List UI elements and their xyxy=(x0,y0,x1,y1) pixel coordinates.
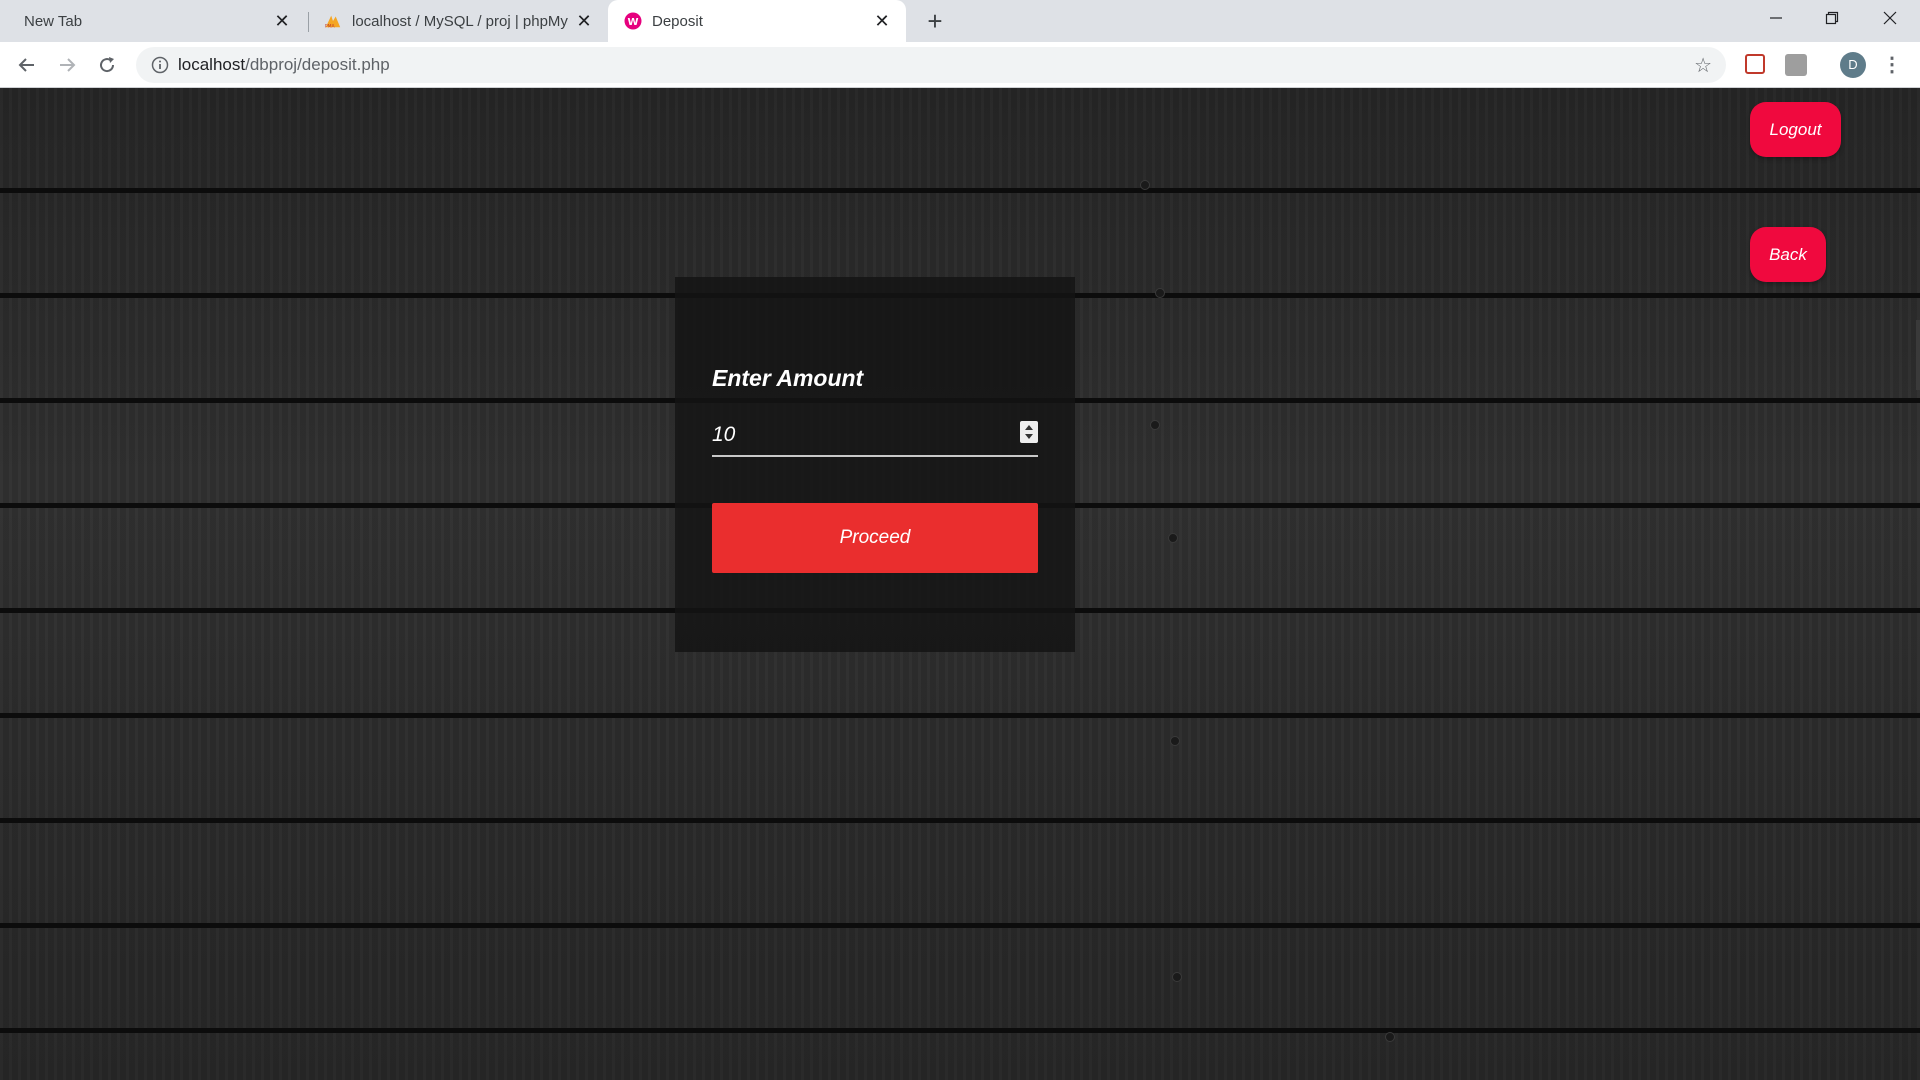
spinner-arrows-icon xyxy=(1025,425,1033,439)
wood-knot xyxy=(1385,1032,1395,1042)
tab-title: localhost / MySQL / proj | phpMy xyxy=(352,12,568,30)
minimize-button[interactable] xyxy=(1748,0,1804,36)
browser-toolbar: localhost/dbproj/deposit.php ☆ D ⋮ xyxy=(0,42,1920,88)
url-host: localhost xyxy=(178,55,246,74)
reload-button[interactable] xyxy=(92,50,122,80)
arrow-left-icon xyxy=(18,58,34,72)
close-window-button[interactable] xyxy=(1862,0,1918,36)
minimize-icon xyxy=(1770,17,1782,19)
restore-icon xyxy=(1825,11,1839,25)
arrow-right-icon xyxy=(60,58,76,72)
page-content: Logout Back Enter Amount 10 Proceed xyxy=(0,88,1920,1080)
number-spinner[interactable] xyxy=(1020,421,1038,443)
info-icon xyxy=(151,56,169,74)
address-bar[interactable]: localhost/dbproj/deposit.php ☆ xyxy=(136,47,1726,83)
close-icon[interactable]: ✕ xyxy=(272,11,292,31)
browser-chrome: New Tab ✕ PMA localhost / MySQL / proj |… xyxy=(0,0,1920,88)
back-nav-button[interactable] xyxy=(12,50,42,80)
extension-icon[interactable] xyxy=(1785,54,1807,76)
close-window-icon xyxy=(1883,11,1897,25)
svg-text:W: W xyxy=(628,17,639,28)
tab-strip: New Tab ✕ PMA localhost / MySQL / proj |… xyxy=(0,0,1920,42)
close-icon[interactable]: ✕ xyxy=(574,11,594,31)
wood-knot xyxy=(1155,288,1165,298)
wood-knot xyxy=(1170,736,1180,746)
bookmark-star-icon[interactable]: ☆ xyxy=(1694,53,1712,78)
wood-knot xyxy=(1150,420,1160,430)
deposit-form-card: Enter Amount 10 Proceed xyxy=(675,277,1075,652)
forward-nav-button[interactable] xyxy=(52,50,82,80)
logout-button[interactable]: Logout xyxy=(1750,102,1841,157)
tab-new-tab[interactable]: New Tab ✕ xyxy=(0,0,306,42)
phpmyadmin-icon: PMA xyxy=(324,12,342,30)
scrollbar[interactable] xyxy=(1916,320,1920,390)
back-button[interactable]: Back xyxy=(1750,227,1826,282)
proceed-button[interactable]: Proceed xyxy=(712,503,1038,573)
amount-value: 10 xyxy=(712,423,736,446)
tab-separator xyxy=(308,12,309,32)
wood-knot xyxy=(1168,533,1178,543)
profile-avatar[interactable]: D xyxy=(1840,52,1866,78)
amount-label: Enter Amount xyxy=(712,365,864,391)
wamp-icon: W xyxy=(624,12,642,30)
tab-title: New Tab xyxy=(24,12,83,30)
tab-title: Deposit xyxy=(652,12,703,30)
reload-icon xyxy=(100,57,115,73)
wood-knot xyxy=(1172,972,1182,982)
close-icon[interactable]: ✕ xyxy=(872,11,892,31)
restore-button[interactable] xyxy=(1804,0,1860,36)
pocket-extension-icon[interactable] xyxy=(1745,54,1765,74)
svg-text:PMA: PMA xyxy=(325,23,336,29)
tab-phpmyadmin[interactable]: PMA localhost / MySQL / proj | phpMy ✕ xyxy=(310,0,608,42)
wood-knot xyxy=(1140,180,1150,190)
menu-kebab-icon[interactable]: ⋮ xyxy=(1882,52,1902,78)
url-text: localhost/dbproj/deposit.php xyxy=(178,55,390,75)
amount-input[interactable]: 10 xyxy=(712,415,1038,457)
tab-deposit[interactable]: W Deposit ✕ xyxy=(608,0,906,42)
new-tab-button[interactable]: + xyxy=(922,8,948,35)
url-path: /dbproj/deposit.php xyxy=(245,55,390,74)
